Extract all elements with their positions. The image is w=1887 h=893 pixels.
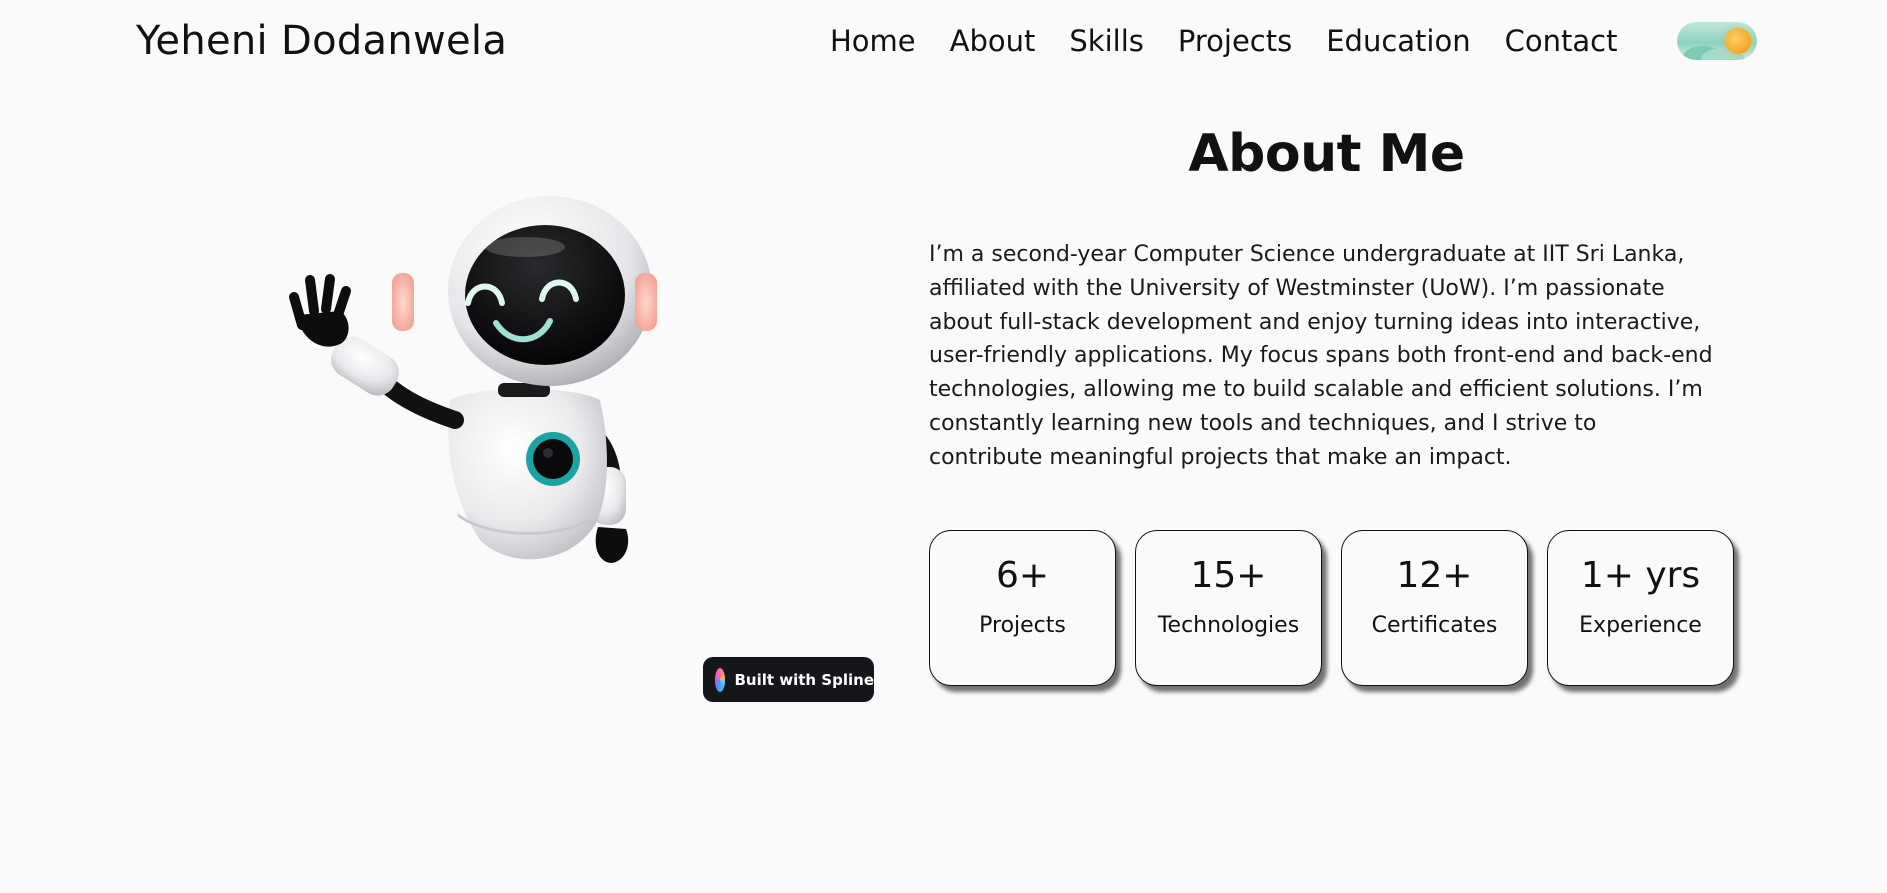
nav-about[interactable]: About: [950, 24, 1036, 58]
stat-card-experience: 1+ yrs Experience: [1547, 530, 1734, 686]
stat-value: 6+: [995, 555, 1050, 596]
stats-row: 6+ Projects 15+ Technologies 12+ Certifi…: [929, 530, 1734, 686]
brand-name[interactable]: Yeheni Dodanwela: [136, 18, 507, 64]
sun-icon: [1725, 28, 1751, 54]
about-title: About Me: [1188, 124, 1465, 184]
stat-card-projects: 6+ Projects: [929, 530, 1116, 686]
nav-education[interactable]: Education: [1326, 24, 1470, 58]
stat-value: 12+: [1396, 555, 1473, 596]
stat-label: Certificates: [1371, 613, 1498, 638]
nav-skills[interactable]: Skills: [1069, 24, 1143, 58]
nav-projects[interactable]: Projects: [1178, 24, 1292, 58]
robot-illustration[interactable]: [280, 195, 660, 585]
nav-contact[interactable]: Contact: [1505, 24, 1618, 58]
stat-label: Technologies: [1157, 613, 1300, 638]
stat-label: Experience: [1579, 613, 1702, 638]
stat-label: Projects: [979, 613, 1066, 638]
about-paragraph: I’m a second-year Computer Science under…: [929, 242, 1713, 470]
spline-logo-icon: [715, 667, 726, 692]
built-with-spline-badge[interactable]: Built with Spline: [703, 657, 874, 702]
stat-card-technologies: 15+ Technologies: [1135, 530, 1322, 686]
spline-badge-label: Built with Spline: [734, 670, 874, 689]
nav-home[interactable]: Home: [830, 24, 916, 58]
waving-robot-illustration: [289, 196, 657, 563]
stat-value: 1+ yrs: [1580, 555, 1701, 596]
main-nav: Home About Skills Projects Education Con…: [830, 24, 1617, 58]
stat-card-certificates: 12+ Certificates: [1341, 530, 1528, 686]
theme-toggle[interactable]: [1677, 22, 1757, 60]
stat-value: 15+: [1190, 555, 1267, 596]
